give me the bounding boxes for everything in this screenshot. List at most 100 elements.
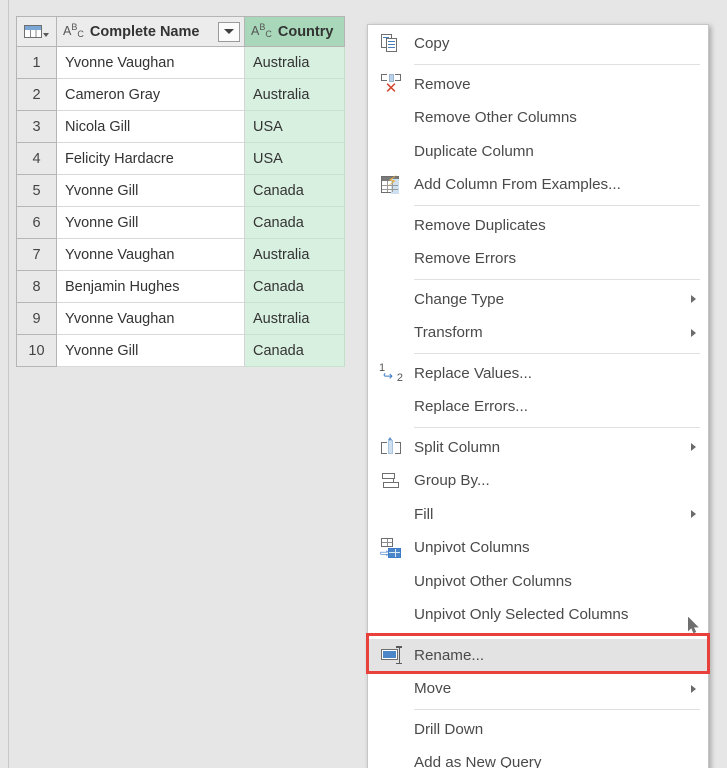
cell-country[interactable]: USA [244,142,345,175]
menu-separator [414,278,700,280]
menu-separator [414,426,700,428]
table-row[interactable]: 6 Yvonne Gill Canada [16,206,345,239]
cell-country[interactable]: Australia [244,238,345,271]
column-header-country[interactable]: ABC Country [244,16,345,47]
menu-separator [414,63,700,65]
menu-item-label: Replace Values... [414,364,532,382]
row-index: 2 [16,78,57,111]
table-row[interactable]: 1 Yvonne Vaughan Australia [16,46,345,79]
cell-country[interactable]: USA [244,110,345,143]
menu-item-unpivot-other-columns[interactable]: Unpivot Other Columns [368,565,708,599]
data-preview-grid: ABC Complete Name ABC Country 1 Yvonne V… [16,16,345,367]
menu-item-remove-other-columns[interactable]: Remove Other Columns [368,101,708,135]
menu-item-replace-values[interactable]: 1 ↪ 2 Replace Values... [368,357,708,391]
cell-country[interactable]: Australia [244,46,345,79]
menu-item-rename[interactable]: Rename... [366,632,710,674]
column-context-menu: Copy ✕ Remove Remove Other Columns Dupli… [366,24,710,768]
menu-item-change-type[interactable]: Change Type [368,283,708,317]
menu-item-move[interactable]: Move [368,672,708,706]
row-index: 1 [16,46,57,79]
cell-name[interactable]: Felicity Hardacre [56,142,245,175]
menu-item-group-by[interactable]: Group By... [368,464,708,498]
grid-corner-header[interactable] [16,16,57,47]
cell-name[interactable]: Nicola Gill [56,110,245,143]
table-row[interactable]: 4 Felicity Hardacre USA [16,142,345,175]
menu-separator [414,708,700,710]
menu-item-add-as-new-query[interactable]: Add as New Query [368,746,708,768]
split-column-icon [368,431,414,465]
menu-item-label: Group By... [414,472,490,490]
row-index: 5 [16,174,57,207]
cell-name[interactable]: Yvonne Gill [56,206,245,239]
unpivot-icon: ⇨ [368,531,414,565]
menu-item-label: Add Column From Examples... [414,176,621,194]
cell-name[interactable]: Yvonne Vaughan [56,302,245,335]
menu-item-remove-errors[interactable]: Remove Errors [368,242,708,276]
menu-item-split-column[interactable]: Split Column [368,431,708,465]
menu-item-unpivot-columns[interactable]: ⇨ Unpivot Columns [368,531,708,565]
cell-name[interactable]: Yvonne Vaughan [56,46,245,79]
cell-name[interactable]: Cameron Gray [56,78,245,111]
row-index: 6 [16,206,57,239]
menu-separator [414,352,700,354]
menu-item-label: Change Type [414,290,505,308]
filter-dropdown-complete-name[interactable] [218,21,240,42]
menu-item-label: Unpivot Columns [414,539,530,557]
cell-country[interactable]: Canada [244,206,345,239]
table-row[interactable]: 9 Yvonne Vaughan Australia [16,302,345,335]
row-index: 3 [16,110,57,143]
add-column-icon: ⚡ [368,168,414,202]
no-icon [368,209,414,243]
copy-icon [368,27,414,61]
menu-item-label: Unpivot Only Selected Columns [414,606,629,624]
menu-item-label: Remove [414,75,471,93]
submenu-arrow-icon [691,295,696,304]
menu-item-transform[interactable]: Transform [368,316,708,350]
table-row[interactable]: 5 Yvonne Gill Canada [16,174,345,207]
submenu-arrow-icon [691,684,696,693]
menu-item-label: Remove Duplicates [414,216,546,234]
cell-country[interactable]: Canada [244,270,345,303]
no-icon [368,283,414,317]
menu-item-add-column-from-examples[interactable]: ⚡ Add Column From Examples... [368,168,708,202]
remove-column-icon: ✕ [368,68,414,102]
row-index: 10 [16,334,57,367]
menu-item-label: Copy [414,35,450,53]
menu-separator [414,204,700,206]
abc-type-icon: ABC [251,22,272,40]
grid-header-row: ABC Complete Name ABC Country [16,16,345,47]
cell-name[interactable]: Yvonne Vaughan [56,238,245,271]
cell-country[interactable]: Canada [244,334,345,367]
menu-item-duplicate-column[interactable]: Duplicate Column [368,135,708,169]
cell-country[interactable]: Canada [244,174,345,207]
menu-item-drill-down[interactable]: Drill Down [368,713,708,747]
cell-name[interactable]: Yvonne Gill [56,334,245,367]
cell-country[interactable]: Australia [244,78,345,111]
cell-name[interactable]: Benjamin Hughes [56,270,245,303]
left-rail-divider [8,0,9,768]
menu-item-label: Move [414,680,452,698]
row-index: 8 [16,270,57,303]
no-icon [368,498,414,532]
no-icon [368,242,414,276]
menu-item-remove[interactable]: ✕ Remove [368,68,708,102]
cell-country[interactable]: Australia [244,302,345,335]
table-row[interactable]: 8 Benjamin Hughes Canada [16,270,345,303]
table-row[interactable]: 7 Yvonne Vaughan Australia [16,238,345,271]
cell-name[interactable]: Yvonne Gill [56,174,245,207]
row-index: 4 [16,142,57,175]
menu-item-replace-errors[interactable]: Replace Errors... [368,390,708,424]
table-row[interactable]: 2 Cameron Gray Australia [16,78,345,111]
menu-item-remove-duplicates[interactable]: Remove Duplicates [368,209,708,243]
menu-item-label: Remove Errors [414,250,517,268]
table-row[interactable]: 3 Nicola Gill USA [16,110,345,143]
menu-item-unpivot-only-selected-columns[interactable]: Unpivot Only Selected Columns [368,598,708,632]
no-icon [368,713,414,747]
menu-item-copy[interactable]: Copy [368,27,708,61]
menu-item-fill[interactable]: Fill [368,498,708,532]
column-header-label: Complete Name [89,23,200,40]
menu-item-label: Replace Errors... [414,398,528,416]
table-row[interactable]: 10 Yvonne Gill Canada [16,334,345,367]
column-header-complete-name[interactable]: ABC Complete Name [56,16,245,47]
no-icon [368,598,414,632]
